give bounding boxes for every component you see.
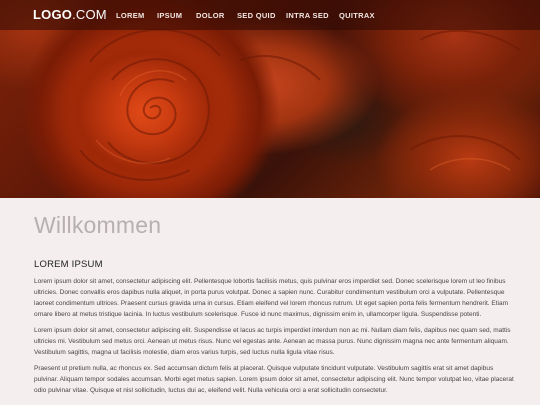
nav-item-quitrax[interactable]: QUITRAX — [339, 11, 375, 20]
paragraph-2: Lorem ipsum dolor sit amet, consectetur … — [34, 327, 511, 356]
top-navbar: LOGO.COM LOREM IPSUM DOLOR SED QUID INTR… — [0, 0, 540, 30]
logo[interactable]: LOGO.COM — [33, 7, 107, 22]
paragraph-1: Lorem ipsum dolor sit amet, consectetur … — [34, 278, 508, 318]
nav-item-intra-sed[interactable]: INTRA SED — [286, 11, 329, 20]
section-heading: LOREM IPSUM — [34, 259, 103, 270]
paragraph-3: Praesent ut pretium nulla, ac rhoncus ex… — [34, 365, 514, 394]
hero-image-roses: LOGO.COM LOREM IPSUM DOLOR SED QUID INTR… — [0, 0, 540, 198]
page-title: Willkommen — [34, 212, 162, 238]
nav-item-sed-quid[interactable]: SED QUID — [237, 11, 276, 20]
nav-item-dolor[interactable]: DOLOR — [196, 11, 225, 20]
nav-item-lorem[interactable]: LOREM — [116, 11, 145, 20]
main-content: Willkommen LOREM IPSUM Lorem ipsum dolor… — [34, 212, 514, 396]
logo-bold-text: LOGO — [33, 7, 73, 22]
logo-light-text: .COM — [72, 7, 107, 22]
nav-item-ipsum[interactable]: IPSUM — [157, 11, 182, 20]
